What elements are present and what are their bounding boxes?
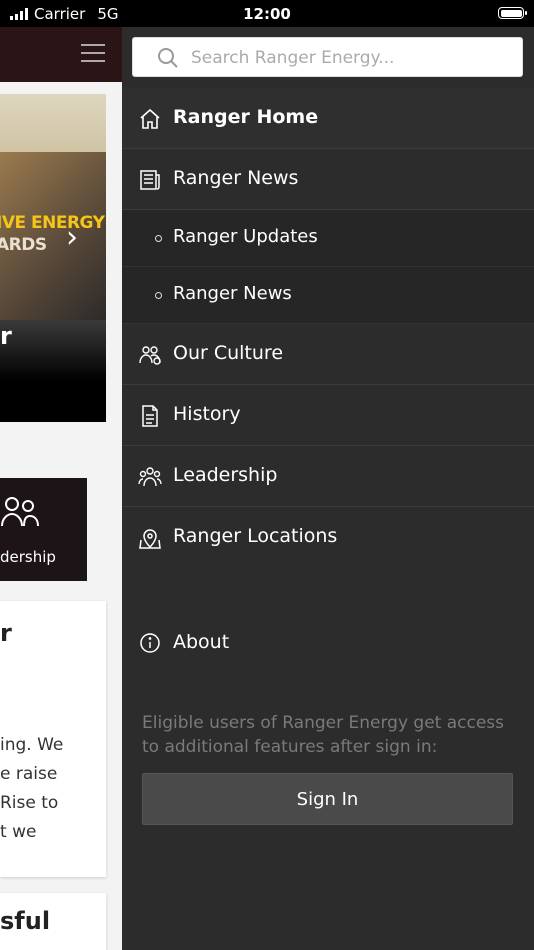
search-input[interactable] <box>189 38 513 78</box>
card-text: ing. We e raise Rise to t we <box>0 735 64 842</box>
menu-item-leadership[interactable]: Leadership <box>122 446 534 507</box>
menu-item-ranger-locations[interactable]: Ranger Locations <box>122 507 534 568</box>
menu-item-history[interactable]: History <box>122 385 534 446</box>
banner-caption: r <box>0 322 12 350</box>
submenu-item-ranger-news[interactable]: Ranger News <box>122 267 534 324</box>
submenu-item-ranger-updates[interactable]: Ranger Updates <box>122 210 534 267</box>
leadership-tile[interactable]: dership <box>0 478 87 581</box>
menu-item-ranger-news[interactable]: Ranger News <box>122 149 534 210</box>
status-bar: Carrier 5G 12:00 <box>0 0 534 27</box>
chevron-right-icon[interactable]: › <box>66 220 78 255</box>
drawer-menu: Ranger Home Ranger News Ranger Updates R… <box>122 88 534 568</box>
leadership-tile-label: dership <box>0 548 56 566</box>
menu-item-about[interactable]: About <box>122 613 534 671</box>
search-icon <box>158 48 178 68</box>
content-card[interactable]: r ing. We e raise Rise to t we <box>0 601 106 877</box>
carousel-banner[interactable]: IVE ENERGY ARDS › r <box>0 94 106 422</box>
card2-heading: sful <box>0 907 51 935</box>
battery-icon <box>498 7 527 19</box>
menu-item-our-culture[interactable]: Our Culture <box>122 324 534 385</box>
clock: 12:00 <box>243 5 291 23</box>
navigation-drawer: Ranger Home Ranger News Ranger Updates R… <box>122 27 534 950</box>
info-icon <box>140 633 160 653</box>
leadership-icon <box>1 497 39 527</box>
home-icon <box>140 108 160 129</box>
card-heading: r <box>0 619 12 647</box>
banner-overlay-text: IVE ENERGY ARDS <box>0 213 105 255</box>
bullet-icon <box>155 235 162 242</box>
content-card-2[interactable]: sful <box>0 893 106 950</box>
leadership-icon <box>138 467 162 487</box>
search-box[interactable] <box>132 37 523 78</box>
document-icon <box>142 405 158 427</box>
menu-item-ranger-home[interactable]: Ranger Home <box>122 88 534 149</box>
signin-note: Eligible users of Ranger Energy get acce… <box>142 713 505 757</box>
app-header <box>0 27 122 82</box>
culture-icon <box>139 346 161 365</box>
newspaper-icon <box>140 170 160 190</box>
bullet-icon <box>155 292 162 299</box>
sign-in-button[interactable]: Sign In <box>142 773 513 825</box>
map-pin-icon <box>139 529 161 549</box>
hamburger-menu-icon[interactable] <box>81 44 105 64</box>
background-page[interactable]: IVE ENERGY ARDS › r dership r ing. We e … <box>0 27 122 950</box>
